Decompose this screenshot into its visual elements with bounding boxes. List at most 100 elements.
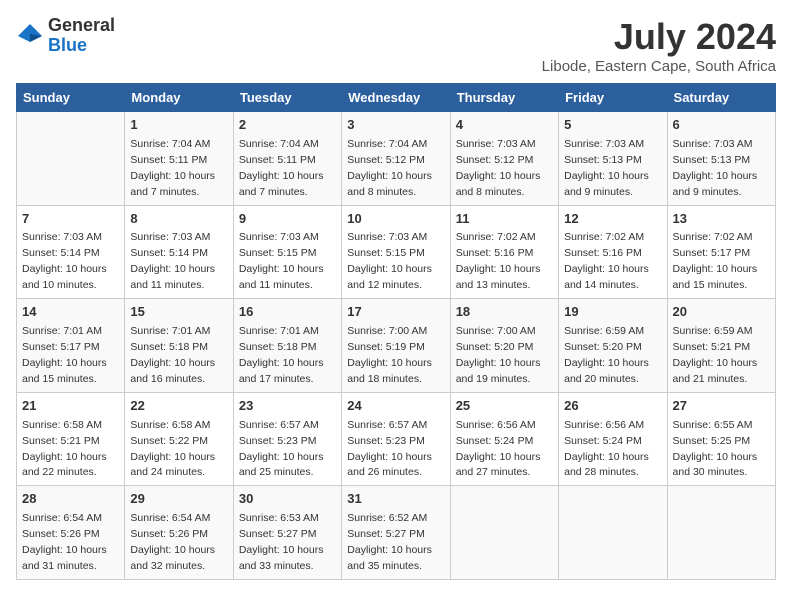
day-info: Sunrise: 7:02 AMSunset: 5:16 PMDaylight:… [456,231,541,291]
calendar-subtitle: Libode, Eastern Cape, South Africa [542,58,776,75]
day-cell: 5Sunrise: 7:03 AMSunset: 5:13 PMDaylight… [559,112,667,206]
day-cell: 20Sunrise: 6:59 AMSunset: 5:21 PMDayligh… [667,299,775,393]
day-number: 30 [239,490,336,509]
day-info: Sunrise: 7:03 AMSunset: 5:15 PMDaylight:… [239,231,324,291]
page-header: General Blue July 2024 Libode, Eastern C… [16,16,776,75]
logo-general: General [48,16,115,36]
week-row-3: 14Sunrise: 7:01 AMSunset: 5:17 PMDayligh… [17,299,776,393]
day-cell: 4 Sunrise: 7:03 AMSunset: 5:12 PMDaylight… [450,112,558,206]
day-info: Sunrise: 6:58 AMSunset: 5:21 PMDaylight:… [22,419,107,479]
title-block: July 2024 Libode, Eastern Cape, South Af… [542,16,776,75]
day-number: 19 [564,303,661,322]
day-cell: 6 Sunrise: 7:03 AMSunset: 5:13 PMDaylight… [667,112,775,206]
day-cell: 25 Sunrise: 6:56 AMSunset: 5:24 PMDayligh… [450,392,558,486]
day-cell: 18 Sunrise: 7:00 AMSunset: 5:20 PMDayligh… [450,299,558,393]
day-cell: 21Sunrise: 6:58 AMSunset: 5:21 PMDayligh… [17,392,125,486]
day-number: 22 [130,397,227,416]
day-info: Sunrise: 7:01 AMSunset: 5:18 PMDaylight:… [239,325,324,385]
day-cell: 12 Sunrise: 7:02 AMSunset: 5:16 PMDayligh… [559,205,667,299]
day-info: Sunrise: 7:04 AMSunset: 5:12 PMDaylight:… [347,138,432,198]
day-cell: 7 Sunrise: 7:03 AMSunset: 5:14 PMDaylight… [17,205,125,299]
day-info: Sunrise: 7:00 AMSunset: 5:20 PMDaylight:… [456,325,541,385]
day-cell [17,112,125,206]
day-cell: 22 Sunrise: 6:58 AMSunset: 5:22 PMDayligh… [125,392,233,486]
day-info: Sunrise: 6:58 AMSunset: 5:22 PMDaylight:… [130,419,215,479]
week-row-4: 21Sunrise: 6:58 AMSunset: 5:21 PMDayligh… [17,392,776,486]
day-info: Sunrise: 6:54 AMSunset: 5:26 PMDaylight:… [130,512,215,572]
logo: General Blue [16,16,115,56]
day-cell: 14Sunrise: 7:01 AMSunset: 5:17 PMDayligh… [17,299,125,393]
day-cell: 24Sunrise: 6:57 AMSunset: 5:23 PMDayligh… [342,392,450,486]
day-info: Sunrise: 6:56 AMSunset: 5:24 PMDaylight:… [564,419,649,479]
day-cell: 16Sunrise: 7:01 AMSunset: 5:18 PMDayligh… [233,299,341,393]
day-info: Sunrise: 6:55 AMSunset: 5:25 PMDaylight:… [673,419,758,479]
day-number: 10 [347,210,444,229]
day-cell: 15 Sunrise: 7:01 AMSunset: 5:18 PMDayligh… [125,299,233,393]
day-cell [559,486,667,580]
col-header-friday: Friday [559,84,667,112]
day-number: 11 [456,210,553,229]
day-number: 8 [130,210,227,229]
day-number: 29 [130,490,227,509]
day-info: Sunrise: 6:57 AMSunset: 5:23 PMDaylight:… [347,419,432,479]
header-row: SundayMondayTuesdayWednesdayThursdayFrid… [17,84,776,112]
day-cell: 8 Sunrise: 7:03 AMSunset: 5:14 PMDaylight… [125,205,233,299]
day-info: Sunrise: 7:04 AMSunset: 5:11 PMDaylight:… [130,138,215,198]
day-info: Sunrise: 7:03 AMSunset: 5:14 PMDaylight:… [130,231,215,291]
day-cell: 23 Sunrise: 6:57 AMSunset: 5:23 PMDayligh… [233,392,341,486]
day-info: Sunrise: 7:03 AMSunset: 5:15 PMDaylight:… [347,231,432,291]
day-number: 23 [239,397,336,416]
day-number: 14 [22,303,119,322]
col-header-monday: Monday [125,84,233,112]
day-cell: 27 Sunrise: 6:55 AMSunset: 5:25 PMDayligh… [667,392,775,486]
day-number: 9 [239,210,336,229]
day-number: 12 [564,210,661,229]
day-number: 5 [564,116,661,135]
day-info: Sunrise: 7:01 AMSunset: 5:18 PMDaylight:… [130,325,215,385]
day-cell: 29 Sunrise: 6:54 AMSunset: 5:26 PMDayligh… [125,486,233,580]
day-number: 26 [564,397,661,416]
day-info: Sunrise: 7:02 AMSunset: 5:16 PMDaylight:… [564,231,649,291]
logo-blue: Blue [48,36,115,56]
col-header-sunday: Sunday [17,84,125,112]
day-number: 25 [456,397,553,416]
calendar-table: SundayMondayTuesdayWednesdayThursdayFrid… [16,83,776,580]
day-info: Sunrise: 6:57 AMSunset: 5:23 PMDaylight:… [239,419,324,479]
day-info: Sunrise: 7:03 AMSunset: 5:13 PMDaylight:… [673,138,758,198]
day-number: 6 [673,116,770,135]
day-info: Sunrise: 6:52 AMSunset: 5:27 PMDaylight:… [347,512,432,572]
week-row-1: 1Sunrise: 7:04 AMSunset: 5:11 PMDaylight… [17,112,776,206]
col-header-thursday: Thursday [450,84,558,112]
day-cell: 13 Sunrise: 7:02 AMSunset: 5:17 PMDayligh… [667,205,775,299]
day-number: 13 [673,210,770,229]
day-cell: 31Sunrise: 6:52 AMSunset: 5:27 PMDayligh… [342,486,450,580]
day-cell: 9 Sunrise: 7:03 AMSunset: 5:15 PMDaylight… [233,205,341,299]
day-number: 7 [22,210,119,229]
day-cell: 30 Sunrise: 6:53 AMSunset: 5:27 PMDayligh… [233,486,341,580]
day-number: 2 [239,116,336,135]
day-info: Sunrise: 7:02 AMSunset: 5:17 PMDaylight:… [673,231,758,291]
day-number: 17 [347,303,444,322]
day-number: 18 [456,303,553,322]
day-info: Sunrise: 7:03 AMSunset: 5:14 PMDaylight:… [22,231,107,291]
day-cell: 26 Sunrise: 6:56 AMSunset: 5:24 PMDayligh… [559,392,667,486]
day-cell: 1Sunrise: 7:04 AMSunset: 5:11 PMDaylight… [125,112,233,206]
day-info: Sunrise: 7:04 AMSunset: 5:11 PMDaylight:… [239,138,324,198]
day-cell: 10 Sunrise: 7:03 AMSunset: 5:15 PMDayligh… [342,205,450,299]
logo-text: General Blue [48,16,115,56]
col-header-saturday: Saturday [667,84,775,112]
day-cell: 28Sunrise: 6:54 AMSunset: 5:26 PMDayligh… [17,486,125,580]
day-info: Sunrise: 6:56 AMSunset: 5:24 PMDaylight:… [456,419,541,479]
day-cell: 17Sunrise: 7:00 AMSunset: 5:19 PMDayligh… [342,299,450,393]
day-number: 4 [456,116,553,135]
week-row-2: 7 Sunrise: 7:03 AMSunset: 5:14 PMDaylight… [17,205,776,299]
day-number: 27 [673,397,770,416]
day-cell [667,486,775,580]
day-cell: 11 Sunrise: 7:02 AMSunset: 5:16 PMDayligh… [450,205,558,299]
day-number: 3 [347,116,444,135]
day-info: Sunrise: 7:03 AMSunset: 5:12 PMDaylight:… [456,138,541,198]
day-number: 28 [22,490,119,509]
day-number: 15 [130,303,227,322]
day-info: Sunrise: 6:53 AMSunset: 5:27 PMDaylight:… [239,512,324,572]
day-info: Sunrise: 6:59 AMSunset: 5:20 PMDaylight:… [564,325,649,385]
